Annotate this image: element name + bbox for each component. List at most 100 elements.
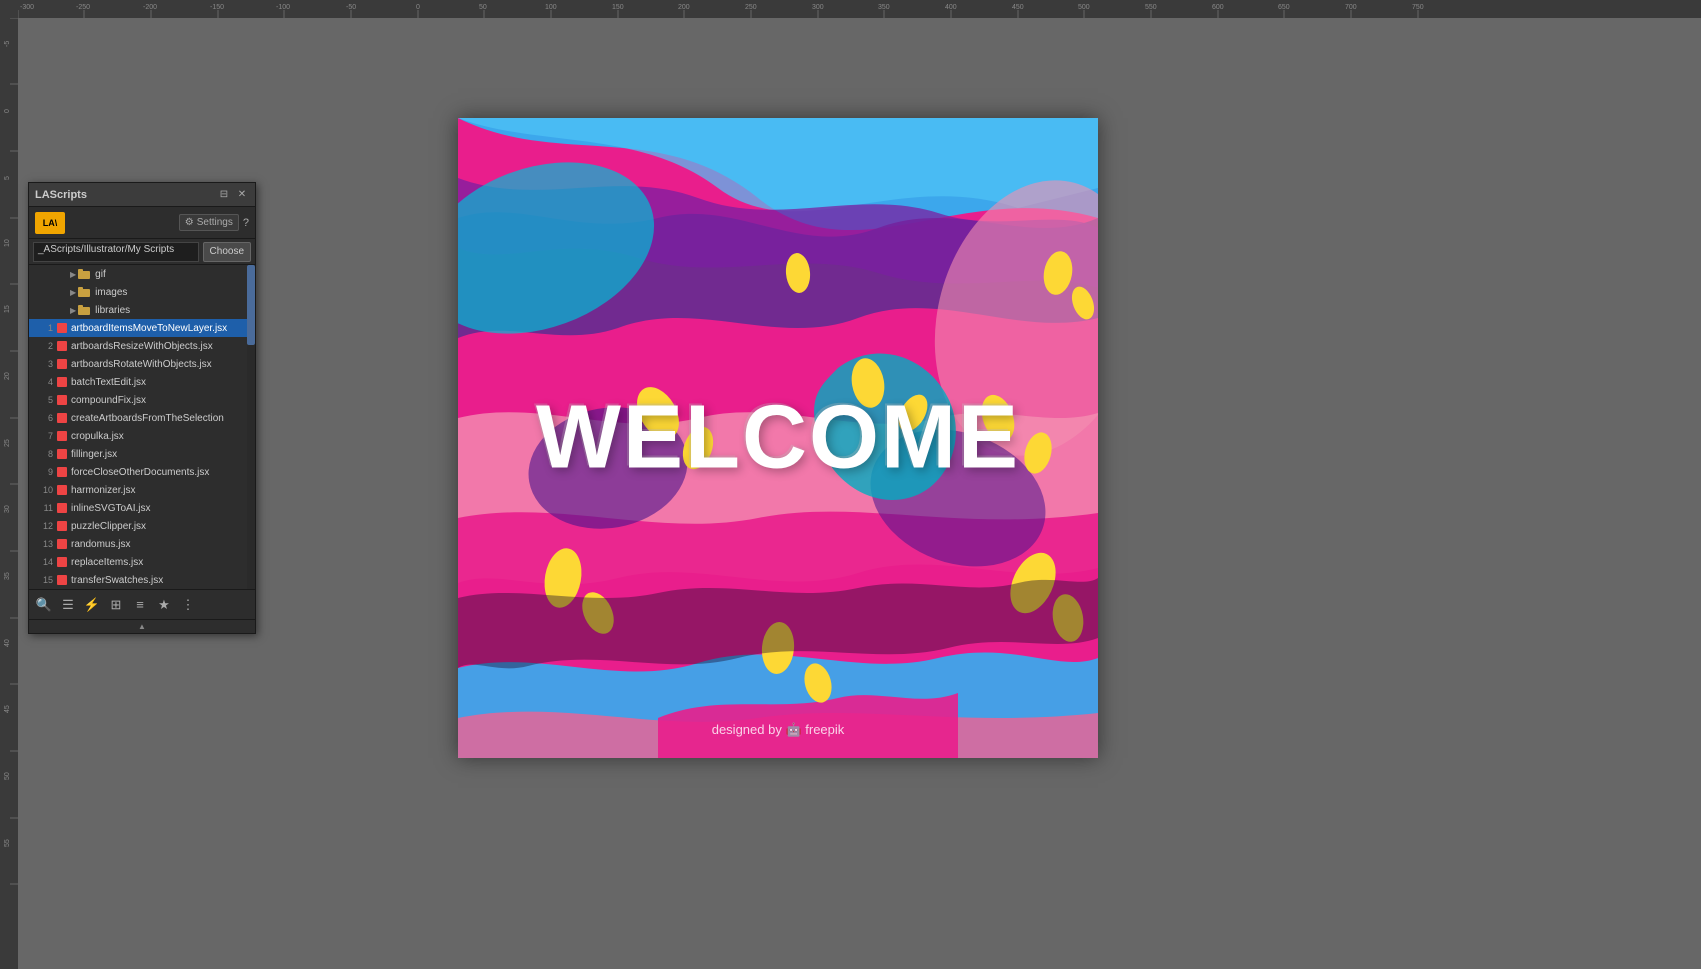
- list-icon: ☰: [62, 597, 74, 613]
- svg-text:45: 45: [4, 705, 11, 713]
- list-item[interactable]: 11 inlineSVGToAI.jsx: [29, 499, 255, 517]
- folder-icon: [78, 286, 90, 298]
- jsx-icon: [56, 466, 68, 478]
- bolt-button[interactable]: ⚡: [81, 594, 103, 616]
- ruler-top: -300 -250 -200 -150 -100 -50 0 50 100 15…: [18, 0, 1701, 18]
- panel-path-display: _AScripts/Illustrator/My Scripts: [33, 242, 199, 262]
- panel-minimize-button[interactable]: ⊟: [217, 188, 231, 202]
- panel-titlebar: LAScripts ⊟ ✕: [29, 183, 255, 207]
- jsx-icon: [56, 502, 68, 514]
- list-item[interactable]: 1 artboardItemsMoveToNewLayer.jsx: [29, 319, 255, 337]
- jsx-icon: [56, 340, 68, 352]
- grid-button[interactable]: ⊞: [105, 594, 127, 616]
- menu-icon: ⋮: [182, 597, 195, 613]
- svg-text:20: 20: [4, 372, 11, 380]
- settings-gear-icon: ⚙: [185, 217, 194, 228]
- list-item[interactable]: 8 fillinger.jsx: [29, 445, 255, 463]
- list-item[interactable]: 4 batchTextEdit.jsx: [29, 373, 255, 391]
- list-item[interactable]: 3 artboardsRotateWithObjects.jsx: [29, 355, 255, 373]
- scrollbar-thumb[interactable]: [247, 265, 255, 345]
- list-item[interactable]: ▶ images: [29, 283, 255, 301]
- list-item[interactable]: 10 harmonizer.jsx: [29, 481, 255, 499]
- jsx-icon: [56, 394, 68, 406]
- collapse-arrow-icon: ▲: [138, 622, 146, 631]
- panel-choose-button[interactable]: Choose: [203, 242, 251, 262]
- svg-text:40: 40: [4, 639, 11, 647]
- svg-text:-5: -5: [4, 41, 11, 47]
- list-item[interactable]: ▶ libraries: [29, 301, 255, 319]
- jsx-icon: [56, 412, 68, 424]
- layers-button[interactable]: ≡: [129, 594, 151, 616]
- jsx-icon: [56, 574, 68, 586]
- svg-text:700: 700: [1345, 4, 1357, 11]
- svg-text:350: 350: [878, 4, 890, 11]
- list-item[interactable]: 7 cropulka.jsx: [29, 427, 255, 445]
- panel-settings-button[interactable]: ⚙ Settings: [179, 214, 239, 231]
- svg-text:200: 200: [678, 4, 690, 11]
- svg-text:400: 400: [945, 4, 957, 11]
- svg-text:500: 500: [1078, 4, 1090, 11]
- bolt-icon: ⚡: [84, 597, 100, 613]
- list-item[interactable]: ▶ gif: [29, 265, 255, 283]
- artboard: WELCOME designed by 🤖 freepik: [458, 118, 1098, 758]
- svg-text:-300: -300: [20, 4, 34, 11]
- panel-help-button[interactable]: ?: [243, 217, 249, 229]
- jsx-icon: [56, 484, 68, 496]
- panel-collapse-bar[interactable]: ▲: [29, 619, 255, 633]
- svg-text:10: 10: [4, 239, 11, 247]
- welcome-text: WELCOME: [536, 387, 1020, 490]
- lascripts-panel: LAScripts ⊟ ✕ LA\ ⚙ Settings ? _AScripts…: [28, 182, 256, 634]
- jsx-icon: [56, 556, 68, 568]
- list-button[interactable]: ☰: [57, 594, 79, 616]
- svg-text:35: 35: [4, 572, 11, 580]
- list-item[interactable]: 5 compoundFix.jsx: [29, 391, 255, 409]
- star-icon: ★: [158, 597, 170, 613]
- folder-arrow-icon: ▶: [70, 288, 76, 297]
- panel-logo-bar: LA\ ⚙ Settings ?: [29, 207, 255, 239]
- folder-icon: [78, 268, 90, 280]
- list-item[interactable]: 6 createArtboardsFromTheSelection: [29, 409, 255, 427]
- designed-by-text: designed by 🤖 freepik: [712, 722, 845, 738]
- panel-title: LAScripts: [35, 189, 87, 201]
- svg-text:250: 250: [745, 4, 757, 11]
- search-icon: 🔍: [36, 597, 52, 613]
- jsx-icon: [56, 430, 68, 442]
- list-item[interactable]: 12 puzzleClipper.jsx: [29, 517, 255, 535]
- svg-text:0: 0: [416, 4, 420, 11]
- ruler-left: -5 0 5 10 15 20 25 30 35 40 45 50 55: [0, 18, 18, 969]
- list-item[interactable]: 15 transferSwatches.jsx: [29, 571, 255, 589]
- svg-text:300: 300: [812, 4, 824, 11]
- grid-icon: ⊞: [111, 597, 122, 613]
- list-item[interactable]: 9 forceCloseOtherDocuments.jsx: [29, 463, 255, 481]
- svg-text:50: 50: [4, 772, 11, 780]
- list-item[interactable]: 14 replaceItems.jsx: [29, 553, 255, 571]
- svg-text:600: 600: [1212, 4, 1224, 11]
- settings-label: Settings: [197, 217, 233, 228]
- menu-button[interactable]: ⋮: [177, 594, 199, 616]
- ruler-corner: [0, 0, 18, 18]
- scrollbar-track[interactable]: [247, 265, 255, 589]
- panel-path-bar: _AScripts/Illustrator/My Scripts Choose: [29, 239, 255, 265]
- list-item[interactable]: 13 randomus.jsx: [29, 535, 255, 553]
- svg-text:-200: -200: [143, 4, 157, 11]
- panel-close-button[interactable]: ✕: [235, 188, 249, 202]
- star-button[interactable]: ★: [153, 594, 175, 616]
- svg-text:-150: -150: [210, 4, 224, 11]
- layers-icon: ≡: [136, 597, 144, 612]
- svg-text:-250: -250: [76, 4, 90, 11]
- svg-text:550: 550: [1145, 4, 1157, 11]
- file-list[interactable]: ▶ gif ▶ images ▶: [29, 265, 255, 589]
- svg-text:-100: -100: [276, 4, 290, 11]
- list-item[interactable]: 2 artboardsResizeWithObjects.jsx: [29, 337, 255, 355]
- jsx-icon: [56, 358, 68, 370]
- jsx-icon: [56, 448, 68, 460]
- svg-text:-50: -50: [346, 4, 356, 11]
- search-button[interactable]: 🔍: [33, 594, 55, 616]
- folder-icon: [78, 304, 90, 316]
- svg-text:30: 30: [4, 505, 11, 513]
- svg-text:750: 750: [1412, 4, 1424, 11]
- svg-text:55: 55: [4, 839, 11, 847]
- jsx-icon: [56, 538, 68, 550]
- svg-text:15: 15: [4, 305, 11, 313]
- svg-text:100: 100: [545, 4, 557, 11]
